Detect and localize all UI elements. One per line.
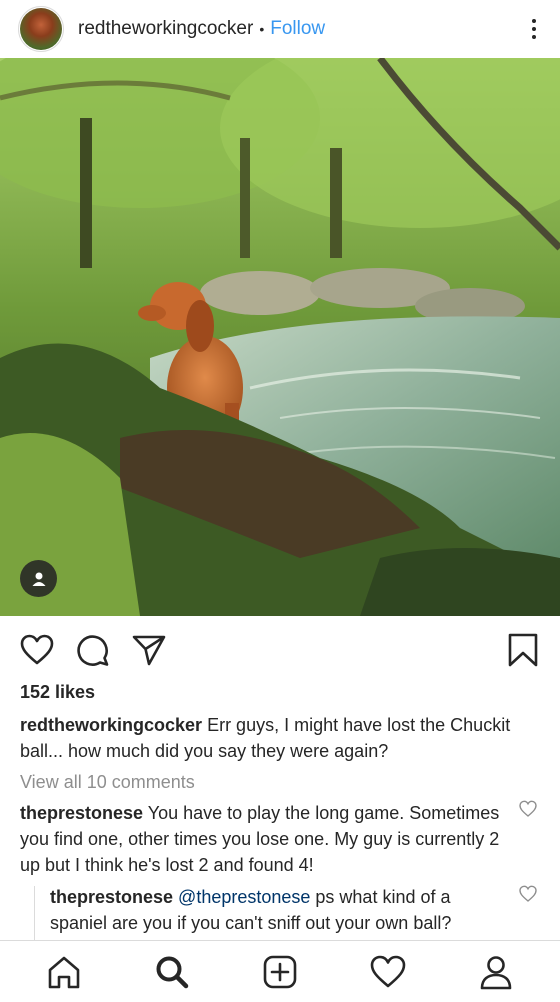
comment-username[interactable]: theprestonese [20,803,143,823]
profile-icon[interactable] [474,950,518,994]
avatar-image [20,8,62,50]
reply-mention[interactable]: @theprestonese [173,887,310,907]
caption-username[interactable]: redtheworkingcocker [20,715,202,735]
likes-count[interactable]: 152 likes [20,682,95,703]
heart-icon[interactable] [18,631,56,669]
user-tag-icon[interactable] [20,560,57,597]
comment-like-icon[interactable] [519,800,537,818]
follow-button[interactable]: Follow [270,18,325,40]
post-author-line: redtheworkingcocker • Follow [78,18,325,40]
add-post-icon[interactable] [258,950,302,994]
view-all-comments-link[interactable]: View all 10 comments [20,772,195,793]
search-icon[interactable] [150,950,194,994]
reply-like-icon[interactable] [519,885,537,903]
bookmark-icon[interactable] [504,631,542,669]
post-photo[interactable] [0,58,560,616]
more-options-icon[interactable] [522,17,546,41]
comment: theprestonese You have to play the long … [20,800,500,878]
reply-thread-line [34,886,35,940]
post-caption: redtheworkingcocker Err guys, I might ha… [20,712,550,764]
send-icon[interactable] [130,631,168,669]
reply-username[interactable]: theprestonese [50,887,173,907]
bottom-nav [0,940,560,1002]
comment-reply: theprestonese @theprestonese ps what kin… [50,884,500,936]
post-action-bar [0,616,560,684]
home-icon[interactable] [42,950,86,994]
comment-icon[interactable] [74,631,112,669]
post-header: redtheworkingcocker • Follow [0,0,560,58]
post-photo-illustration [0,58,560,616]
separator-dot: • [259,21,265,37]
post-username[interactable]: redtheworkingcocker [78,18,253,40]
avatar[interactable] [18,6,64,52]
activity-heart-icon[interactable] [366,950,410,994]
